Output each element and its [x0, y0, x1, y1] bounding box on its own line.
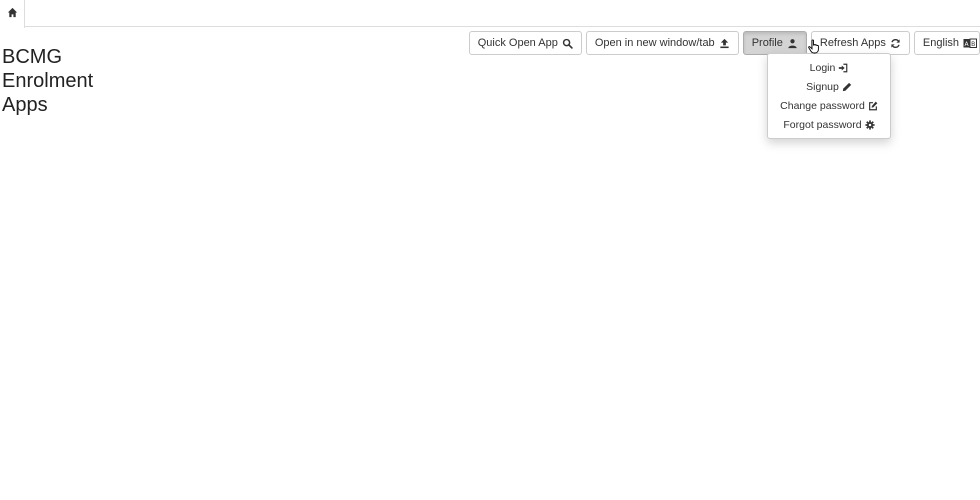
gear-icon — [865, 119, 875, 130]
language-button[interactable]: English AB — [913, 31, 980, 55]
profile-label: Profile — [751, 37, 783, 49]
edit-icon — [868, 101, 878, 111]
open-new-label: Open in new window/tab — [594, 37, 715, 49]
page-title: BCMG Enrolment Apps — [2, 45, 122, 117]
language-label: English — [922, 37, 959, 49]
title-line-3: Apps — [2, 94, 48, 116]
menu-item-forgot-password[interactable]: Forgot password — [768, 115, 890, 134]
toolbar: Quick Open App Open in new window/tab Pr… — [468, 31, 980, 55]
home-tab[interactable] — [0, 0, 25, 28]
refresh-label: Refresh Apps — [819, 37, 886, 49]
profile-button[interactable]: Profile — [742, 31, 807, 55]
tab-strip — [0, 0, 980, 28]
menu-item-label: Change password — [780, 99, 865, 112]
refresh-apps-button[interactable]: Refresh Apps — [810, 31, 910, 55]
menu-item-label: Signup — [806, 80, 839, 93]
app-page: BCMG Enrolment Apps Quick Open App Open … — [0, 0, 980, 500]
title-line-1: BCMG — [2, 46, 62, 68]
search-icon — [562, 38, 573, 49]
login-icon — [838, 63, 848, 73]
quick-open-label: Quick Open App — [477, 37, 558, 49]
profile-dropdown-menu: Login Signup Change password Forgot pass… — [767, 53, 891, 139]
refresh-icon — [890, 38, 901, 49]
menu-item-signup[interactable]: Signup — [768, 77, 890, 96]
menu-item-change-password[interactable]: Change password — [768, 96, 890, 115]
title-line-2: Enrolment — [2, 70, 94, 92]
upload-icon — [719, 38, 730, 49]
svg-text:B: B — [971, 40, 975, 47]
user-icon — [787, 38, 798, 49]
menu-item-login[interactable]: Login — [768, 58, 890, 77]
language-icon: AB — [963, 38, 977, 49]
pencil-icon — [842, 82, 852, 92]
open-new-window-button[interactable]: Open in new window/tab — [585, 31, 739, 55]
menu-item-label: Forgot password — [783, 118, 862, 131]
menu-item-label: Login — [809, 61, 836, 74]
quick-open-app-button[interactable]: Quick Open App — [468, 31, 582, 55]
home-icon — [7, 5, 18, 23]
